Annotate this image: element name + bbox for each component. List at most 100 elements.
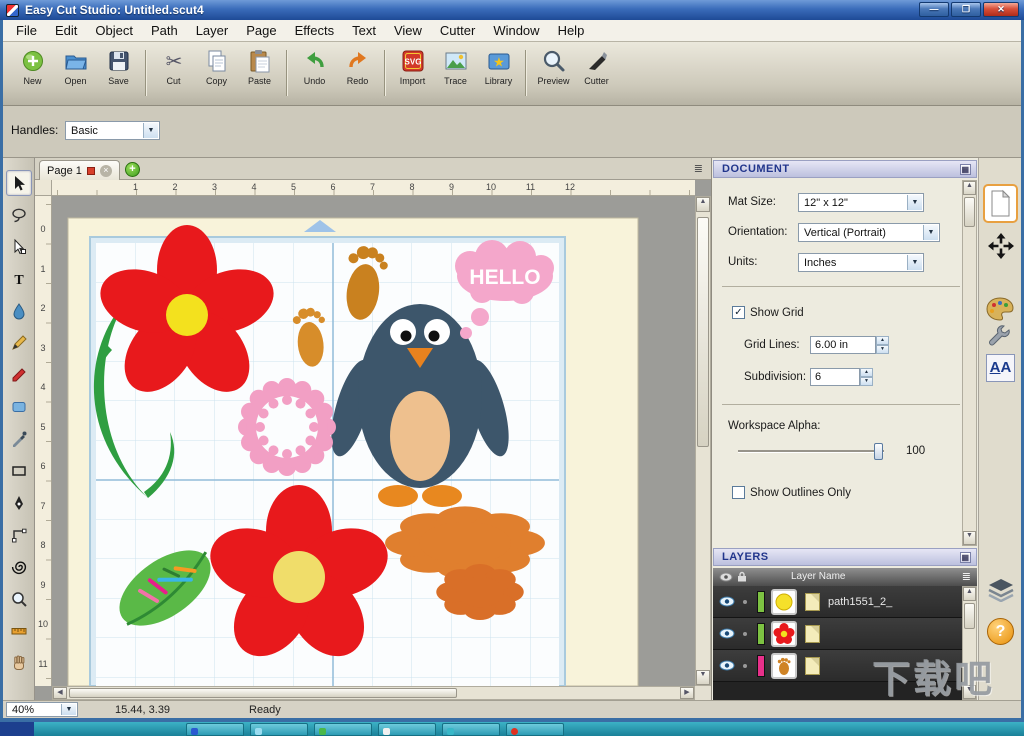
taskbar-button[interactable] (186, 723, 244, 736)
layer-thumbnail[interactable] (771, 621, 797, 647)
canvas-hscrollbar[interactable]: ◀ ▶ (52, 686, 695, 700)
cutter-button[interactable]: Cutter (575, 48, 618, 86)
spiral-tool-button[interactable] (6, 554, 32, 580)
grid-lines-input[interactable]: 6.00 in (810, 336, 876, 354)
preview-button[interactable]: Preview (532, 48, 575, 86)
text-tool-button[interactable]: T (6, 266, 32, 292)
tab-page-1[interactable]: Page 1 × (39, 160, 120, 180)
undo-button[interactable]: Undo (293, 48, 336, 86)
copy-button[interactable]: Copy (195, 48, 238, 86)
paste-button[interactable]: Paste (238, 48, 281, 86)
scroll-left-icon[interactable]: ◀ (53, 687, 67, 699)
fonts-button[interactable]: AA (986, 354, 1015, 382)
new-button[interactable]: New (11, 48, 54, 86)
layers-stack-icon[interactable] (987, 578, 1015, 602)
pen-tool-button[interactable] (6, 490, 32, 516)
close-tab-icon[interactable]: × (100, 165, 112, 177)
scroll-right-icon[interactable]: ▶ (680, 687, 694, 699)
lasso-tool-button[interactable] (6, 202, 32, 228)
document-panel-scrollbar[interactable]: ▲ ▼ (962, 180, 977, 546)
lock-dot[interactable] (743, 664, 747, 668)
cut-button[interactable]: ✂ Cut (152, 48, 195, 86)
layers-scroll-thumb[interactable] (964, 603, 975, 629)
redo-button[interactable]: Redo (336, 48, 379, 86)
palette-icon[interactable] (985, 296, 1015, 322)
eye-icon[interactable] (719, 596, 735, 607)
taskbar-button[interactable] (506, 723, 564, 736)
shape-tool-button[interactable] (6, 394, 32, 420)
collapse-panel-icon[interactable]: ▦ (960, 164, 971, 175)
menu-item[interactable]: Cutter (431, 20, 484, 41)
layer-color-swatch[interactable] (757, 591, 765, 613)
slider-handle[interactable] (874, 443, 883, 460)
show-grid-checkbox[interactable]: ✓ (732, 306, 745, 319)
layer-thumbnail[interactable] (771, 653, 797, 679)
pencil-tool-button[interactable] (6, 330, 32, 356)
library-button[interactable]: ★ Library (477, 48, 520, 86)
canvas-vscrollbar[interactable]: ▲ ▼ (695, 196, 711, 686)
scallop-wreath[interactable] (238, 378, 336, 476)
layers-menu-icon[interactable]: ≣ (962, 570, 971, 583)
menu-item[interactable]: Window (484, 20, 548, 41)
menu-item[interactable]: Layer (187, 20, 238, 41)
zoom-tool-button[interactable] (6, 586, 32, 612)
minimize-button[interactable]: — (919, 2, 949, 17)
taskbar-button[interactable] (442, 723, 500, 736)
menu-item[interactable]: File (7, 20, 46, 41)
menu-item[interactable]: Help (549, 20, 594, 41)
pan-tool-button[interactable] (6, 650, 32, 676)
handles-dropdown[interactable]: Basic ▼ (65, 121, 160, 140)
polyline-tool-button[interactable] (6, 522, 32, 548)
menu-item[interactable]: Effects (286, 20, 344, 41)
grid-lines-spinner[interactable]: ▲▼ (876, 336, 889, 354)
lock-dot[interactable] (743, 632, 747, 636)
collapse-panel-icon[interactable]: ▦ (960, 552, 971, 563)
vscroll-thumb[interactable] (697, 217, 709, 447)
document-panel-header[interactable]: DOCUMENT ▦ (713, 160, 977, 178)
taskbar-button[interactable] (250, 723, 308, 736)
measure-tool-button[interactable] (6, 618, 32, 644)
layers-panel-header[interactable]: LAYERS ▦ (713, 548, 977, 566)
close-button[interactable]: ✕ (983, 2, 1019, 17)
orange-flower-small[interactable] (436, 564, 524, 620)
design-viewport[interactable]: HELLO (52, 196, 695, 686)
units-dropdown[interactable]: Inches▼ (798, 253, 924, 272)
layer-color-swatch[interactable] (757, 623, 765, 645)
scroll-up-icon[interactable]: ▲ (696, 197, 710, 212)
eye-icon[interactable] (719, 660, 735, 671)
eye-icon[interactable] (719, 572, 733, 582)
menu-item[interactable]: Text (343, 20, 385, 41)
lock-dot[interactable] (743, 600, 747, 604)
scroll-up-icon[interactable]: ▲ (963, 181, 976, 195)
properties-page-button[interactable] (983, 184, 1018, 223)
maximize-button[interactable]: ❐ (951, 2, 981, 17)
taskbar-button[interactable] (378, 723, 436, 736)
help-button[interactable]: ? (987, 618, 1014, 645)
select-tool-button[interactable] (6, 170, 32, 196)
zoom-dropdown[interactable]: 40% ▼ (6, 702, 78, 717)
layer-thumbnail[interactable] (771, 589, 797, 615)
scroll-down-icon[interactable]: ▼ (963, 531, 976, 545)
taskbar-button[interactable] (314, 723, 372, 736)
menu-item[interactable]: Page (237, 20, 285, 41)
move-icon[interactable] (987, 232, 1015, 260)
panel-scroll-thumb[interactable] (964, 197, 975, 227)
layer-row[interactable]: path1551_2_ (713, 586, 962, 618)
fill-tool-button[interactable] (6, 298, 32, 324)
orange-flower-large[interactable] (385, 506, 545, 579)
mat-size-dropdown[interactable]: 12" x 12"▼ (798, 193, 924, 212)
orientation-dropdown[interactable]: Vertical (Portrait)▼ (798, 223, 940, 242)
eye-icon[interactable] (719, 628, 735, 639)
add-page-button[interactable]: + (125, 162, 140, 177)
start-button[interactable] (0, 722, 34, 736)
workspace-alpha-slider[interactable] (738, 450, 884, 453)
menu-item[interactable]: Edit (46, 20, 86, 41)
node-edit-tool-button[interactable] (6, 234, 32, 260)
eyedropper-tool-button[interactable] (6, 426, 32, 452)
knife-tool-button[interactable] (6, 362, 32, 388)
subdivision-input[interactable]: 6 (810, 368, 860, 386)
rectangle-tool-button[interactable] (6, 458, 32, 484)
panel-menu-icon[interactable]: ≣ (694, 162, 703, 175)
import-button[interactable]: SVG Import (391, 48, 434, 86)
menu-item[interactable]: Object (86, 20, 142, 41)
